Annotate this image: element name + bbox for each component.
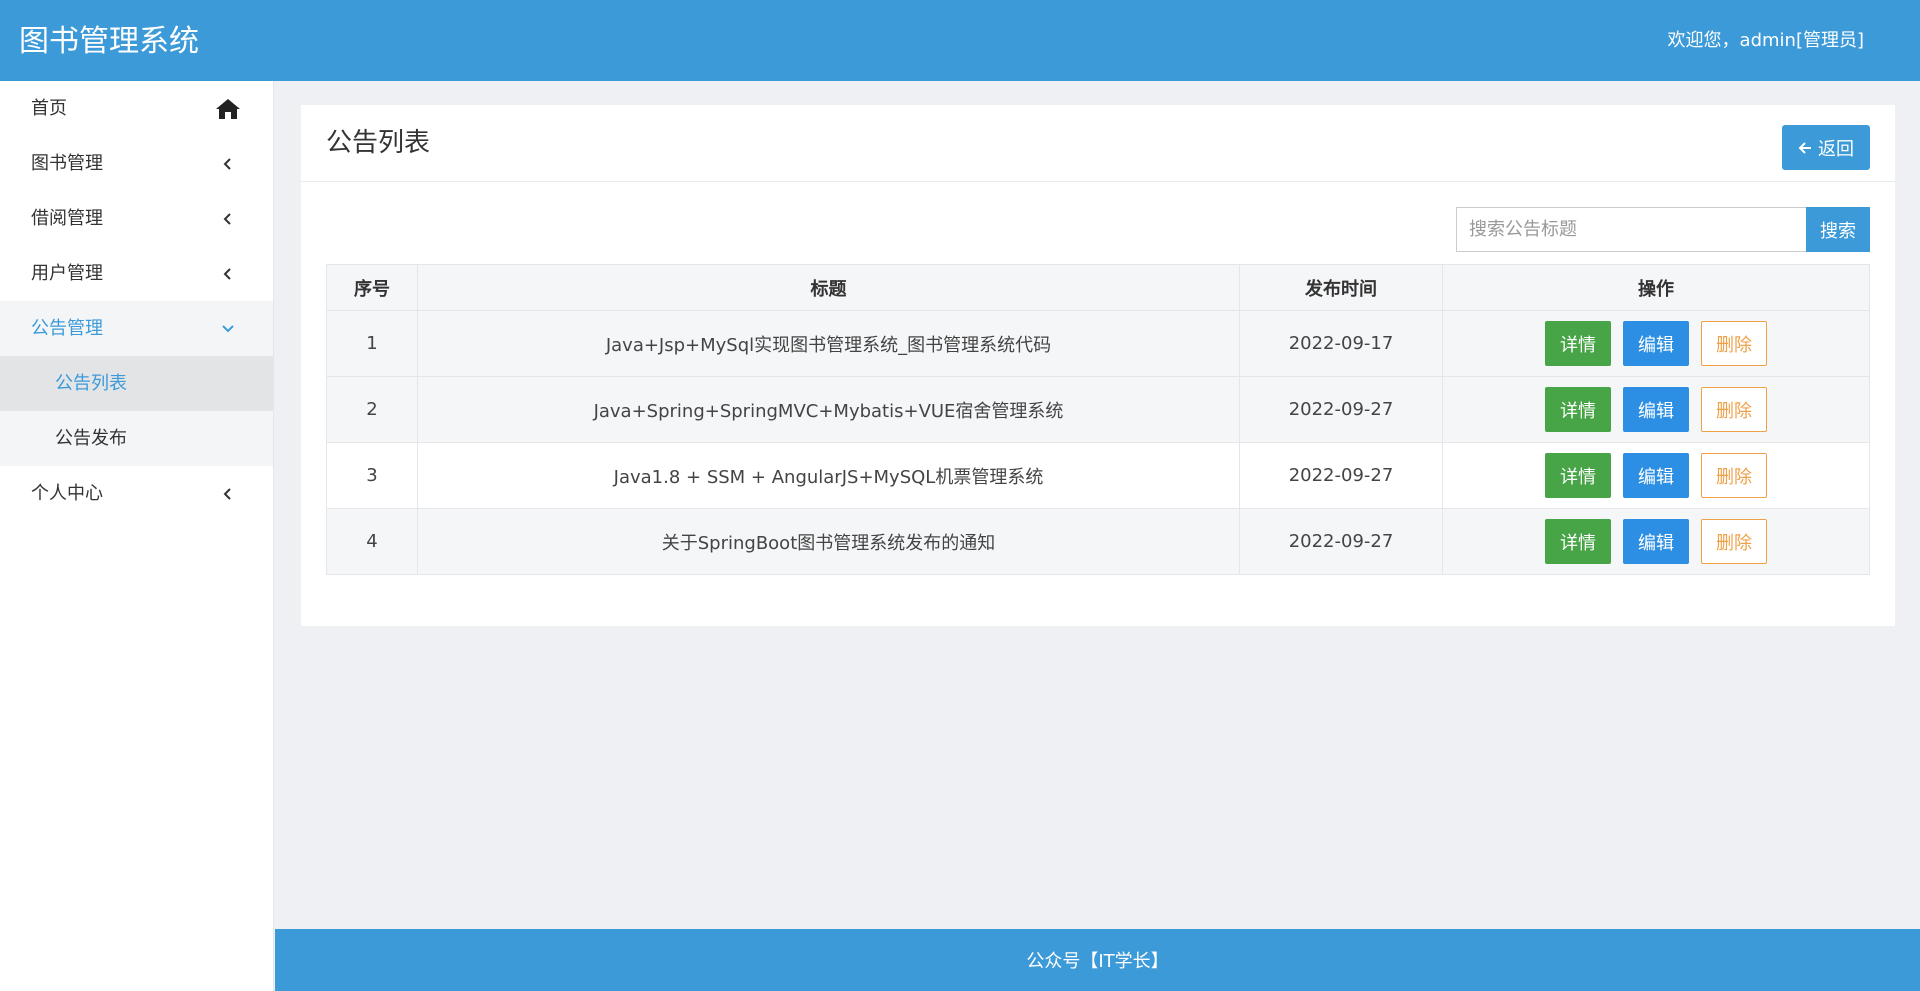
delete-button[interactable]: 删除 [1701, 453, 1767, 498]
arrow-left-icon [1798, 141, 1811, 154]
cell-no: 1 [326, 310, 418, 377]
cell-date: 2022-09-17 [1239, 310, 1443, 377]
search-button[interactable]: 搜索 [1806, 207, 1870, 252]
delete-button[interactable]: 删除 [1701, 321, 1767, 366]
back-button-label: 返回 [1818, 138, 1854, 160]
detail-button[interactable]: 详情 [1545, 387, 1611, 432]
delete-button[interactable]: 删除 [1701, 519, 1767, 564]
top-bar: 图书管理系统 欢迎您，admin[管理员] [0, 0, 1920, 81]
search-input[interactable] [1456, 207, 1806, 252]
notice-table: 序号 标题 发布时间 操作 1 Java+Jsp+MySql实现图书管理系统_图… [326, 264, 1870, 575]
cell-title: Java+Spring+SpringMVC+Mybatis+VUE宿舍管理系统 [417, 376, 1240, 443]
cell-no: 3 [326, 442, 418, 509]
cell-no: 4 [326, 508, 418, 575]
col-header-title: 标题 [417, 264, 1240, 311]
sidebar-item-home[interactable]: 首页 [0, 81, 273, 136]
sidebar-item-users[interactable]: 用户管理 [0, 246, 273, 301]
sidebar: 首页 图书管理 借阅管理 用户管理 公告管理 公告列表 公告发布 个人中心 [0, 81, 274, 991]
detail-button[interactable]: 详情 [1545, 453, 1611, 498]
sidebar-subitem-notice-publish[interactable]: 公告发布 [0, 411, 273, 466]
chevron-left-icon [213, 466, 243, 521]
home-icon [213, 81, 243, 136]
chevron-left-icon [213, 191, 243, 246]
chevron-down-icon [213, 301, 243, 356]
col-header-no: 序号 [326, 264, 418, 311]
cell-actions: 详情 编辑 删除 [1442, 310, 1870, 377]
app-title: 图书管理系统 [19, 24, 199, 59]
table-row: 2 Java+Spring+SpringMVC+Mybatis+VUE宿舍管理系… [326, 376, 1870, 443]
sidebar-item-label: 个人中心 [31, 483, 103, 504]
panel-header: 公告列表 返回 [301, 105, 1895, 182]
sidebar-item-label: 首页 [31, 98, 67, 119]
cell-date: 2022-09-27 [1239, 442, 1443, 509]
cell-date: 2022-09-27 [1239, 508, 1443, 575]
notice-list-panel: 公告列表 返回 搜索 序号 标题 发布时间 操作 1 Java+Jsp+MySq… [301, 105, 1895, 626]
sidebar-item-books[interactable]: 图书管理 [0, 136, 273, 191]
cell-actions: 详情 编辑 删除 [1442, 442, 1870, 509]
back-button[interactable]: 返回 [1782, 125, 1870, 170]
sidebar-item-profile[interactable]: 个人中心 [0, 466, 273, 521]
cell-date: 2022-09-27 [1239, 376, 1443, 443]
col-header-actions: 操作 [1442, 264, 1870, 311]
sidebar-item-label: 借阅管理 [31, 208, 103, 229]
footer: 公众号【IT学长】 [275, 929, 1920, 991]
chevron-left-icon [213, 136, 243, 191]
table-row: 1 Java+Jsp+MySql实现图书管理系统_图书管理系统代码 2022-0… [326, 310, 1870, 377]
edit-button[interactable]: 编辑 [1623, 519, 1689, 564]
detail-button[interactable]: 详情 [1545, 321, 1611, 366]
detail-button[interactable]: 详情 [1545, 519, 1611, 564]
cell-no: 2 [326, 376, 418, 443]
cell-title: Java+Jsp+MySql实现图书管理系统_图书管理系统代码 [417, 310, 1240, 377]
footer-text: 公众号【IT学长】 [1026, 951, 1169, 972]
sidebar-item-label: 用户管理 [31, 263, 103, 284]
col-header-date: 发布时间 [1239, 264, 1443, 311]
cell-title: Java1.8 + SSM + AngularJS+MySQL机票管理系统 [417, 442, 1240, 509]
edit-button[interactable]: 编辑 [1623, 387, 1689, 432]
delete-button[interactable]: 删除 [1701, 387, 1767, 432]
cell-actions: 详情 编辑 删除 [1442, 508, 1870, 575]
search-box: 搜索 [1456, 207, 1870, 252]
sidebar-item-label: 图书管理 [31, 153, 103, 174]
sidebar-subitem-notice-list[interactable]: 公告列表 [0, 356, 273, 411]
edit-button[interactable]: 编辑 [1623, 321, 1689, 366]
sidebar-item-borrow[interactable]: 借阅管理 [0, 191, 273, 246]
sidebar-item-label: 公告管理 [31, 318, 103, 339]
user-welcome[interactable]: 欢迎您，admin[管理员] [1668, 28, 1864, 54]
table-row: 4 关于SpringBoot图书管理系统发布的通知 2022-09-27 详情 … [326, 508, 1870, 575]
page-title: 公告列表 [326, 128, 431, 158]
table-row: 3 Java1.8 + SSM + AngularJS+MySQL机票管理系统 … [326, 442, 1870, 509]
table-header-row: 序号 标题 发布时间 操作 [326, 264, 1870, 311]
cell-title: 关于SpringBoot图书管理系统发布的通知 [417, 508, 1240, 575]
edit-button[interactable]: 编辑 [1623, 453, 1689, 498]
cell-actions: 详情 编辑 删除 [1442, 376, 1870, 443]
sidebar-item-notices[interactable]: 公告管理 [0, 301, 273, 356]
chevron-left-icon [213, 246, 243, 301]
